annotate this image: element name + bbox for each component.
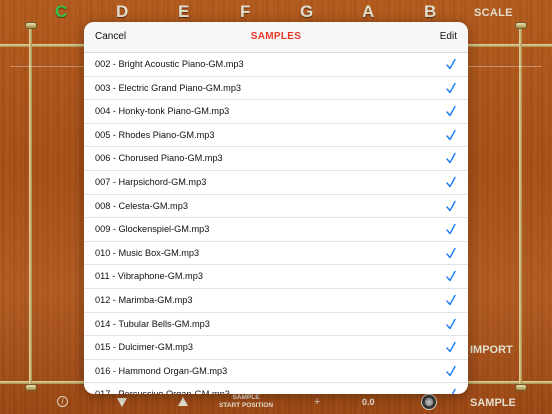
sample-filename: 014 - Tubular Bells-GM.mp3: [95, 318, 210, 329]
sample-filename: 003 - Electric Grand Piano-GM.mp3: [95, 82, 242, 93]
sample-filename: 010 - Music Box-GM.mp3: [95, 247, 200, 258]
sample-filename: 016 - Hammond Organ-GM.mp3: [95, 365, 228, 376]
sample-filename: 009 - Glockenspiel-GM.mp3: [95, 224, 210, 235]
sample-filename: 008 - Celesta-GM.mp3: [95, 200, 188, 211]
sample-filename: 015 - Dulcimer-GM.mp3: [95, 342, 194, 353]
checkmark-icon: [446, 223, 456, 235]
sample-filename: 006 - Chorused Piano-GM.mp3: [95, 153, 223, 164]
checkmark-icon: [446, 129, 456, 140]
list-item[interactable]: 008 - Celesta-GM.mp3: [84, 195, 468, 219]
right-rail: [519, 28, 522, 388]
note-d[interactable]: D: [116, 2, 128, 22]
info-icon[interactable]: i: [57, 396, 68, 407]
record-button[interactable]: [421, 394, 437, 410]
note-c[interactable]: C: [55, 2, 67, 22]
arrow-down-icon[interactable]: [117, 398, 127, 407]
list-item[interactable]: 009 - Glockenspiel-GM.mp3: [84, 218, 468, 242]
checkmark-icon: [446, 341, 456, 353]
sample-filename: 002 - Bright Acoustic Piano-GM.mp3: [95, 59, 244, 69]
import-button[interactable]: IMPORT: [470, 344, 513, 356]
note-f[interactable]: F: [240, 2, 250, 22]
arrow-up-icon[interactable]: [178, 397, 188, 406]
sample-filename: 005 - Rhodes Piano-GM.mp3: [95, 129, 215, 140]
sample-start-position-line1: SAMPLE: [232, 394, 260, 401]
list-item[interactable]: 015 - Dulcimer-GM.mp3: [84, 336, 468, 360]
checkmark-icon: [446, 271, 456, 282]
checkmark-icon: [446, 153, 456, 164]
modal-header: Cancel SAMPLES Edit: [84, 22, 468, 53]
list-item[interactable]: 003 - Electric Grand Piano-GM.mp3: [84, 77, 468, 101]
start-position-value: 0.0: [362, 397, 375, 407]
list-item[interactable]: 010 - Music Box-GM.mp3: [84, 242, 468, 266]
checkmark-icon: [446, 200, 456, 211]
samples-list[interactable]: 002 - Bright Acoustic Piano-GM.mp3 003 - …: [84, 53, 468, 394]
list-item[interactable]: 006 - Chorused Piano-GM.mp3: [84, 147, 468, 171]
list-item[interactable]: 012 - Marimba-GM.mp3: [84, 289, 468, 313]
checkmark-icon: [446, 58, 456, 70]
note-a[interactable]: A: [362, 2, 374, 22]
list-item[interactable]: 016 - Hammond Organ-GM.mp3: [84, 360, 468, 384]
modal-title: SAMPLES: [250, 31, 302, 42]
samples-modal: Cancel SAMPLES Edit 002 - Bright Acousti…: [84, 22, 468, 394]
sample-start-position-line2: START POSITION: [218, 402, 274, 409]
checkmark-icon: [446, 318, 456, 329]
checkmark-icon: [446, 82, 456, 93]
checkmark-icon: [446, 176, 456, 188]
list-item[interactable]: 011 - Vibraphone-GM.mp3: [84, 265, 468, 289]
note-g[interactable]: G: [300, 2, 313, 22]
checkmark-icon: [446, 247, 456, 258]
plus-button[interactable]: +: [314, 396, 320, 408]
checkmark-icon: [446, 105, 456, 117]
note-e[interactable]: E: [178, 2, 189, 22]
scale-button[interactable]: SCALE: [474, 7, 513, 19]
sample-filename: 012 - Marimba-GM.mp3: [95, 294, 193, 305]
list-item[interactable]: 014 - Tubular Bells-GM.mp3: [84, 313, 468, 337]
list-item[interactable]: 004 - Honky-tonk Piano-GM.mp3: [84, 100, 468, 124]
checkmark-icon: [446, 365, 456, 376]
list-item[interactable]: 017 - Percussive Organ-GM.mp3: [84, 383, 468, 394]
note-b[interactable]: B: [424, 2, 436, 22]
sample-button[interactable]: SAMPLE: [470, 397, 516, 409]
list-item[interactable]: 005 - Rhodes Piano-GM.mp3: [84, 124, 468, 148]
list-item[interactable]: 002 - Bright Acoustic Piano-GM.mp3: [84, 53, 468, 77]
sample-filename: 017 - Percussive Organ-GM.mp3: [95, 389, 230, 394]
edit-button[interactable]: Edit: [440, 31, 457, 42]
list-item[interactable]: 007 - Harpsichord-GM.mp3: [84, 171, 468, 195]
sample-filename: 004 - Honky-tonk Piano-GM.mp3: [95, 106, 230, 117]
left-rail: [29, 28, 32, 388]
sample-filename: 007 - Harpsichord-GM.mp3: [95, 176, 207, 187]
checkmark-icon: [446, 294, 456, 306]
sample-filename: 011 - Vibraphone-GM.mp3: [95, 271, 203, 282]
sample-start-position-label: SAMPLE START POSITION: [214, 394, 278, 410]
checkmark-icon: [451, 389, 456, 394]
